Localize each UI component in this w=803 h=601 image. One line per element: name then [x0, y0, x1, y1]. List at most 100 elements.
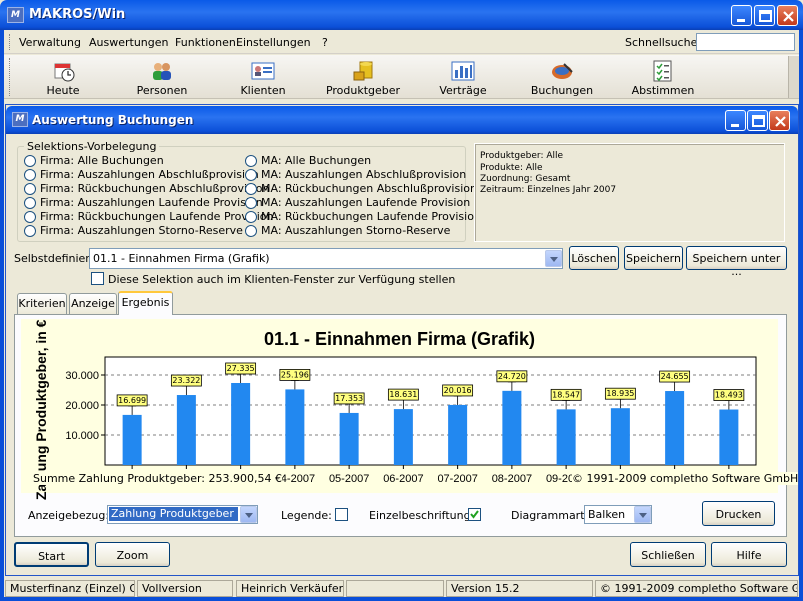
toolbar-buchungen-button[interactable]: Buchungen — [522, 58, 602, 98]
value-label: 25.196 — [281, 370, 309, 379]
menu-help[interactable]: ? — [322, 36, 328, 49]
menu-auswertungen[interactable]: Auswertungen — [89, 36, 169, 49]
plot-area — [104, 356, 757, 466]
help-button[interactable]: Hilfe — [711, 542, 787, 567]
selection-radio-label: MA: Auszahlungen Abschlußprovision — [261, 168, 467, 181]
delete-button[interactable]: Löschen — [569, 246, 619, 270]
tab-ergebnis[interactable]: Ergebnis — [118, 291, 173, 315]
y-tick-label: 30.000 — [65, 370, 99, 382]
status-user: Heinrich Verkäufer — [236, 580, 344, 597]
value-label: 23.322 — [172, 376, 200, 385]
selection-radio-left-2[interactable] — [24, 183, 36, 195]
toolbar-abstimmen-label: Abstimmen — [631, 84, 695, 97]
value-label: 27.335 — [227, 364, 255, 373]
zoom-button[interactable]: Zoom — [95, 542, 170, 567]
selection-radio-right-3[interactable] — [245, 197, 257, 209]
share-with-client-window-checkbox[interactable] — [91, 272, 104, 285]
value-label: 18.493 — [715, 391, 743, 400]
chevron-down-icon[interactable] — [240, 506, 257, 523]
value-label: 17.353 — [335, 394, 363, 403]
status-empty — [346, 580, 444, 597]
bar — [231, 382, 251, 465]
status-company: Musterfinanz (Einzel) Gmb — [5, 580, 135, 597]
bar-chart: 10.00020.00030.00016.69901-200723.32202-… — [65, 356, 757, 485]
info-produkte: Produkte: Alle — [480, 163, 543, 173]
selection-radio-label: Firma: Alle Buchungen — [40, 154, 164, 167]
bar — [448, 404, 468, 465]
selection-radio-label: MA: Rückbuchungen Laufende Provision — [261, 210, 481, 223]
inner-window-title: Auswertung Buchungen — [32, 113, 194, 127]
selection-radio-label: MA: Auszahlungen Storno-Reserve — [261, 224, 451, 237]
start-button[interactable]: Start — [14, 542, 89, 567]
bar — [556, 409, 576, 465]
selection-radio-label: Firma: Auszahlungen Laufende Provision — [40, 196, 263, 209]
close-window-button[interactable]: Schließen — [630, 542, 706, 567]
chevron-down-icon[interactable] — [545, 250, 562, 267]
selection-radio-right-1[interactable] — [245, 169, 257, 181]
toolbar-produktgeber-label: Produktgeber — [325, 84, 401, 97]
save-as-button[interactable]: Speichern unter ... — [686, 246, 787, 278]
info-produktgeber: Produktgeber: Alle — [480, 151, 564, 161]
toolbar-produktgeber-button[interactable]: Produktgeber — [323, 58, 403, 98]
print-button[interactable]: Drucken — [702, 501, 775, 526]
toolbar-overflow-button[interactable] — [788, 56, 799, 98]
coins-box-icon — [351, 60, 375, 82]
selection-radio-left-1[interactable] — [24, 169, 36, 181]
inner-close-button[interactable] — [769, 110, 790, 131]
x-tick-label: 05-2007 — [329, 473, 369, 485]
bar-chart-icon — [451, 60, 475, 82]
toolbar-abstimmen-button[interactable]: Abstimmen — [623, 58, 703, 98]
maximize-button[interactable] — [754, 5, 775, 26]
selection-preset-legend: Selektions-Vorbelegung — [24, 140, 160, 153]
close-button[interactable] — [777, 5, 798, 26]
selection-radio-left-0[interactable] — [24, 155, 36, 167]
minimize-button[interactable] — [731, 5, 752, 26]
value-label: 18.935 — [606, 389, 634, 398]
toolbar-personen-label: Personen — [136, 84, 188, 97]
selection-radio-right-4[interactable] — [245, 211, 257, 223]
value-label: 24.720 — [498, 372, 526, 381]
x-tick-label: 08-2007 — [492, 473, 532, 485]
selection-radio-label: MA: Alle Buchungen — [261, 154, 372, 167]
value-label: 20.016 — [444, 386, 472, 395]
selection-radio-right-2[interactable] — [245, 183, 257, 195]
chevron-down-icon[interactable] — [634, 506, 651, 523]
selection-radio-right-0[interactable] — [245, 155, 257, 167]
selection-radio-label: MA: Rückbuchungen Abschlußprovision — [261, 182, 477, 195]
menu-einstellungen[interactable]: Einstellungen — [236, 36, 311, 49]
menu-funktionen[interactable]: Funktionen — [175, 36, 236, 49]
save-button[interactable]: Speichern — [624, 246, 683, 270]
app-title: MAKROS/Win — [29, 7, 126, 22]
toolbar-heute-button[interactable]: Heute — [23, 58, 103, 98]
selection-radio-right-5[interactable] — [245, 225, 257, 237]
value-label: 16.699 — [118, 396, 146, 405]
toolbar-klienten-label: Klienten — [240, 84, 286, 97]
menu-verwaltung[interactable]: Verwaltung — [19, 36, 81, 49]
diagrammart-label: Diagrammart: — [511, 509, 589, 522]
quicksearch-label: Schnellsuche: — [625, 36, 702, 49]
toolbar-grip — [9, 58, 12, 96]
selection-radio-left-5[interactable] — [24, 225, 36, 237]
toolbar-vertraege-button[interactable]: Verträge — [423, 58, 503, 98]
checklist-icon — [651, 60, 675, 82]
bar — [665, 391, 685, 465]
toolbar-personen-button[interactable]: Personen — [122, 58, 202, 98]
inner-minimize-button[interactable] — [725, 110, 746, 131]
selbstdefiniert-value: 01.1 - Einnahmen Firma (Grafik) — [93, 252, 270, 265]
einzelbeschriftung-checkbox[interactable] — [468, 508, 481, 521]
toolbar-vertraege-label: Verträge — [439, 84, 487, 97]
bar — [719, 409, 739, 465]
tab-anzeige[interactable]: Anzeige — [69, 293, 117, 314]
quicksearch-input[interactable] — [696, 33, 795, 51]
legende-checkbox[interactable] — [335, 508, 348, 521]
value-label: 24.655 — [661, 372, 689, 381]
selection-radio-left-4[interactable] — [24, 211, 36, 223]
tab-kriterien[interactable]: Kriterien — [17, 293, 67, 314]
chart-copyright: © 1991-2009 completho Software GmbH — [572, 472, 799, 485]
selection-radio-left-3[interactable] — [24, 197, 36, 209]
x-tick-label: 07-2007 — [437, 473, 477, 485]
selection-radio-label: Firma: Auszahlungen Storno-Reserve — [40, 224, 243, 237]
x-tick-label: 06-2007 — [383, 473, 423, 485]
toolbar-klienten-button[interactable]: Klienten — [223, 58, 303, 98]
inner-maximize-button[interactable] — [747, 110, 768, 131]
